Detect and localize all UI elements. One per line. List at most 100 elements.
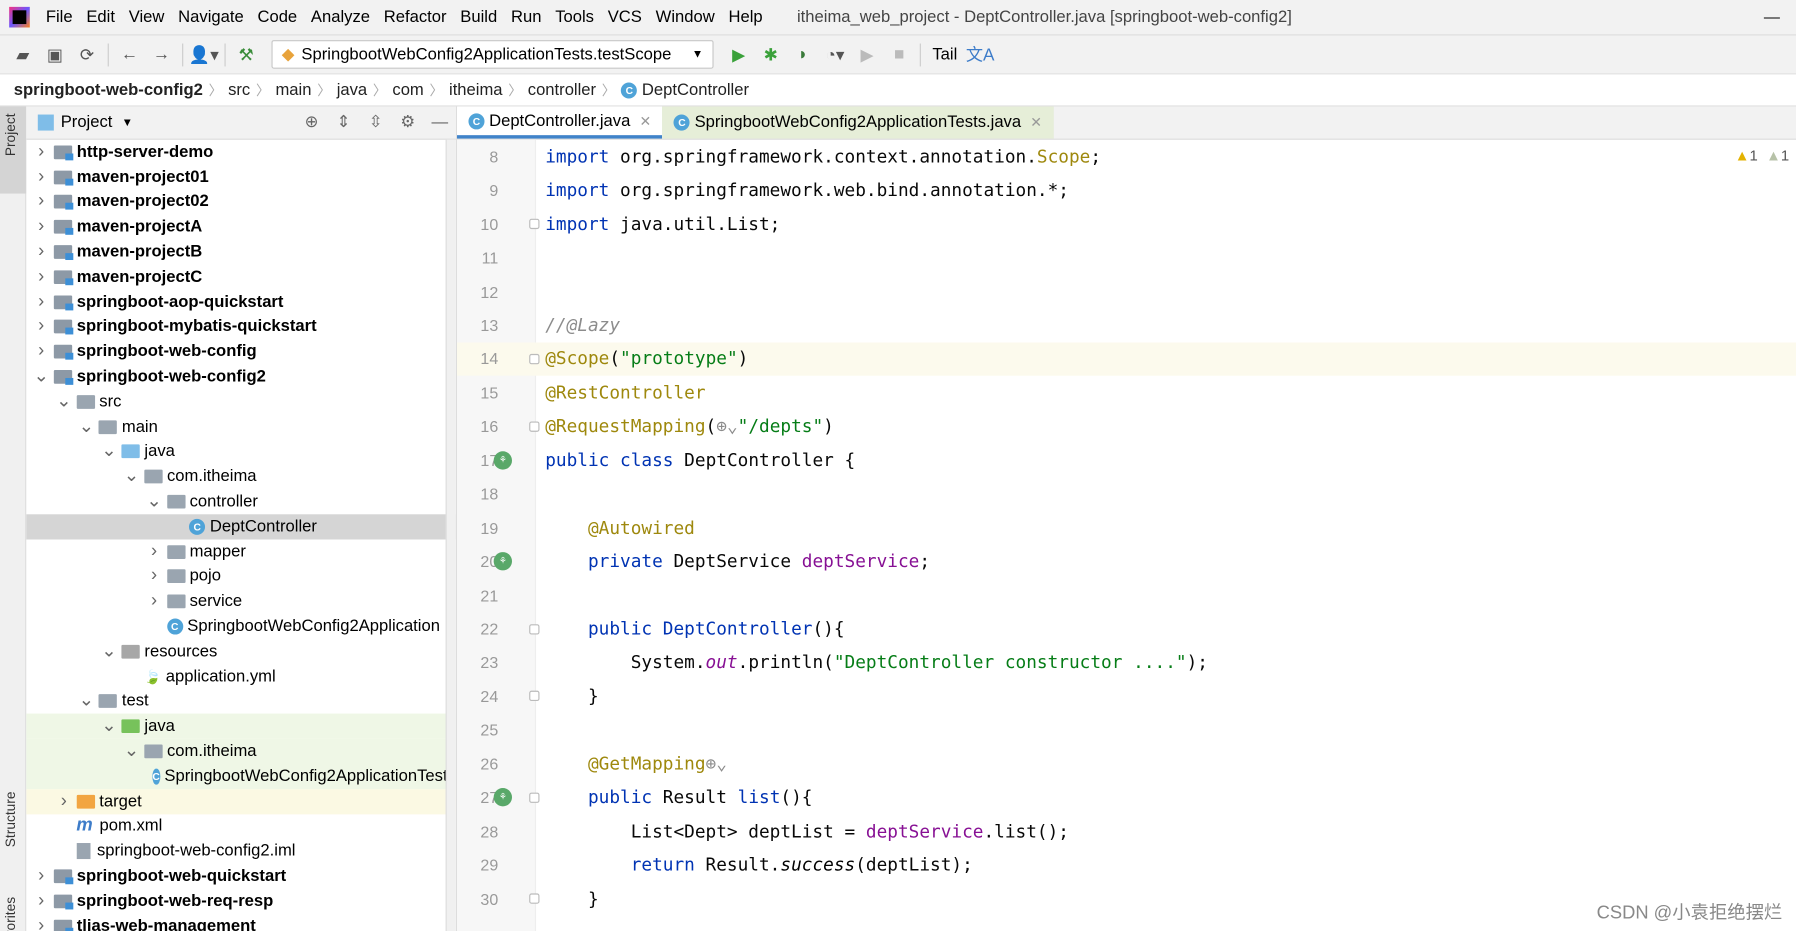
- collapse-all-icon[interactable]: ⇳: [360, 113, 392, 131]
- scrollbar[interactable]: [445, 139, 456, 931]
- menu-window[interactable]: Window: [649, 8, 722, 26]
- tree-item[interactable]: › springboot-web-quickstart: [26, 864, 456, 889]
- tree-item[interactable]: ⌄ test: [26, 689, 456, 714]
- chevron-right-icon[interactable]: ›: [33, 317, 49, 338]
- tree-item[interactable]: › maven-project01: [26, 165, 456, 190]
- tree-item[interactable]: ⌄ java: [26, 713, 456, 739]
- tree-item[interactable]: ⌄ com.itheima: [26, 464, 456, 489]
- tab-springbootwebconfig2applicationtests-java[interactable]: C SpringbootWebConfig2ApplicationTests.ja…: [662, 106, 1054, 139]
- breadcrumb-item[interactable]: com: [392, 81, 423, 99]
- build-hammer-icon[interactable]: ⚒: [230, 44, 262, 64]
- close-icon[interactable]: ✕: [640, 113, 652, 129]
- chevron-down-icon[interactable]: ⌄: [123, 742, 139, 760]
- spring-bean-icon[interactable]: ⚘: [493, 788, 512, 807]
- inspection-widget[interactable]: ▲1 ▲1: [1735, 147, 1789, 164]
- tree-item[interactable]: › maven-project02: [26, 190, 456, 215]
- fold-marker-icon[interactable]: [529, 353, 540, 365]
- profile-icon[interactable]: ◔▾: [819, 44, 851, 64]
- tree-item[interactable]: › maven-projectB: [26, 240, 456, 265]
- tab-deptcontroller-java[interactable]: C DeptController.java ✕: [457, 106, 663, 139]
- tree-item[interactable]: C SpringbootWebConfig2ApplicationTests: [26, 763, 456, 789]
- menu-view[interactable]: View: [122, 8, 171, 26]
- translate-icon[interactable]: 文A: [964, 42, 996, 66]
- fold-marker-icon[interactable]: [529, 421, 540, 432]
- tree-item[interactable]: › http-server-demo: [26, 140, 456, 165]
- breadcrumb-item[interactable]: itheima: [449, 81, 503, 99]
- chevron-right-icon[interactable]: ›: [33, 866, 49, 887]
- code-area[interactable]: 8 import org.springframework.context.anno…: [457, 140, 1796, 931]
- hide-icon[interactable]: —: [424, 113, 456, 131]
- menu-edit[interactable]: Edit: [79, 8, 121, 26]
- chevron-right-icon[interactable]: ›: [33, 292, 49, 313]
- coverage-icon[interactable]: ◗: [787, 45, 819, 64]
- resume-icon[interactable]: ▶: [851, 44, 883, 64]
- breadcrumb-item[interactable]: DeptController: [642, 81, 749, 99]
- tree-item[interactable]: springboot-web-config2.iml: [26, 839, 456, 864]
- chevron-down-icon[interactable]: ⌄: [146, 492, 162, 510]
- fold-marker-icon[interactable]: [529, 893, 540, 904]
- tree-item[interactable]: C DeptController: [26, 514, 456, 540]
- menu-help[interactable]: Help: [722, 8, 770, 26]
- fold-marker-icon[interactable]: [529, 623, 540, 635]
- menu-code[interactable]: Code: [251, 8, 304, 26]
- project-view-select[interactable]: Project: [61, 113, 113, 131]
- gear-icon[interactable]: ⚙: [392, 113, 424, 131]
- chevron-down-icon[interactable]: ⌄: [78, 692, 94, 710]
- menu-file[interactable]: File: [39, 8, 80, 26]
- chevron-down-icon[interactable]: ⌄: [78, 417, 94, 435]
- tree-item[interactable]: › pojo: [26, 564, 456, 589]
- chevron-down-icon[interactable]: ⌄: [56, 392, 72, 410]
- tree-item[interactable]: ⌄ java: [26, 439, 456, 464]
- menu-vcs[interactable]: VCS: [601, 8, 649, 26]
- chevron-right-icon[interactable]: ›: [33, 242, 49, 263]
- chevron-down-icon[interactable]: ⌄: [123, 467, 139, 485]
- chevron-right-icon[interactable]: ›: [33, 916, 49, 931]
- spring-bean-icon[interactable]: ⚘: [493, 552, 512, 571]
- tail-button[interactable]: Tail: [925, 45, 964, 63]
- user-icon[interactable]: 👤▾: [188, 44, 220, 64]
- breadcrumb-item[interactable]: main: [275, 81, 311, 99]
- menu-run[interactable]: Run: [504, 8, 548, 26]
- chevron-down-icon[interactable]: ⌄: [33, 367, 49, 385]
- breadcrumb-item[interactable]: java: [337, 81, 367, 99]
- chevron-right-icon[interactable]: ›: [146, 541, 162, 562]
- stop-icon[interactable]: ■: [883, 45, 915, 64]
- open-icon[interactable]: ▰: [7, 44, 39, 64]
- chevron-down-icon[interactable]: ⌄: [101, 442, 117, 460]
- run-icon[interactable]: ▶: [723, 44, 755, 64]
- tree-item[interactable]: › service: [26, 589, 456, 614]
- back-icon[interactable]: ←: [113, 45, 145, 64]
- tree-item[interactable]: › maven-projectC: [26, 265, 456, 290]
- expand-all-icon[interactable]: ⇕: [328, 113, 360, 131]
- chevron-down-icon[interactable]: ▼: [122, 116, 133, 129]
- minimize-button[interactable]: —: [1764, 7, 1780, 25]
- tree-item[interactable]: › springboot-aop-quickstart: [26, 290, 456, 315]
- chevron-right-icon[interactable]: ›: [33, 142, 49, 163]
- tree-item[interactable]: m pom.xml: [26, 814, 456, 839]
- chevron-down-icon[interactable]: ⌄: [101, 642, 117, 660]
- fold-marker-icon[interactable]: [529, 218, 540, 230]
- sync-icon[interactable]: ⟳: [71, 44, 103, 64]
- menu-navigate[interactable]: Navigate: [171, 8, 250, 26]
- chevron-right-icon[interactable]: ›: [33, 267, 49, 288]
- tree-item[interactable]: › maven-projectA: [26, 215, 456, 240]
- chevron-right-icon[interactable]: ›: [33, 217, 49, 238]
- chevron-right-icon[interactable]: ›: [146, 566, 162, 587]
- tree-item[interactable]: ⌄ src: [26, 389, 456, 414]
- structure-tool-tab[interactable]: Structure: [2, 791, 18, 847]
- tree-item[interactable]: › springboot-web-config: [26, 339, 456, 364]
- chevron-right-icon[interactable]: ›: [33, 192, 49, 213]
- menu-tools[interactable]: Tools: [548, 8, 601, 26]
- chevron-down-icon[interactable]: ⌄: [101, 717, 117, 735]
- favorites-tool-tab[interactable]: Favorites: [2, 897, 18, 931]
- fold-marker-icon[interactable]: [529, 691, 540, 702]
- breadcrumb-item[interactable]: src: [228, 81, 250, 99]
- tree-item[interactable]: › tlias-web-management: [26, 914, 456, 931]
- chevron-right-icon[interactable]: ›: [146, 591, 162, 612]
- forward-icon[interactable]: →: [145, 45, 177, 64]
- save-icon[interactable]: ▣: [39, 44, 71, 64]
- chevron-right-icon[interactable]: ›: [56, 791, 72, 812]
- close-icon[interactable]: ✕: [1030, 115, 1042, 131]
- fold-marker-icon[interactable]: [529, 792, 540, 803]
- tree-item[interactable]: ⌄ controller: [26, 489, 456, 514]
